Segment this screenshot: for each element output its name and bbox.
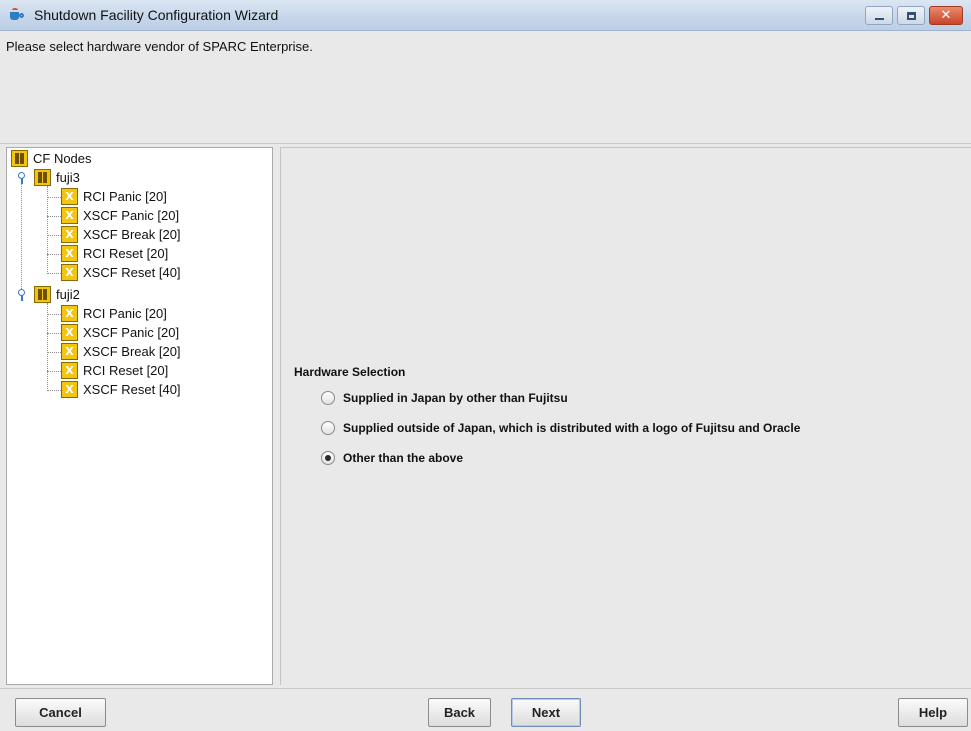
shutdown-method-icon: [61, 264, 78, 281]
tree-leaf-label: RCI Reset [20]: [83, 363, 169, 378]
minimize-button[interactable]: [865, 6, 893, 25]
shutdown-method-icon: [61, 362, 78, 379]
tree-leaf[interactable]: RCI Panic [20]: [61, 304, 167, 323]
close-button[interactable]: ✕: [929, 6, 963, 25]
back-button[interactable]: Back: [428, 698, 491, 727]
shutdown-method-icon: [61, 226, 78, 243]
tree-leaf-label: XSCF Panic [20]: [83, 208, 180, 223]
cancel-button[interactable]: Cancel: [15, 698, 106, 727]
tree-leaf-label: XSCF Reset [40]: [83, 265, 181, 280]
next-button[interactable]: Next: [511, 698, 581, 727]
tree-leaf-label: XSCF Break [20]: [83, 344, 181, 359]
node-icon: [34, 286, 51, 303]
instruction-text: Please select hardware vendor of SPARC E…: [6, 39, 313, 54]
radio-button[interactable]: [321, 391, 335, 405]
radio-option-japan-other[interactable]: Supplied in Japan by other than Fujitsu: [321, 391, 568, 405]
hardware-selection-title: Hardware Selection: [294, 365, 406, 379]
button-bar: Cancel Back Next Help: [0, 688, 971, 731]
maximize-button[interactable]: [897, 6, 925, 25]
tree-leaf[interactable]: XSCF Panic [20]: [61, 206, 179, 225]
minimize-icon: [874, 17, 884, 20]
radio-button[interactable]: [321, 451, 335, 465]
close-icon: ✕: [940, 8, 952, 23]
tree-leaf-label: XSCF Panic [20]: [83, 325, 180, 340]
radio-button[interactable]: [321, 421, 335, 435]
tree-root-label: CF Nodes: [33, 151, 92, 166]
tree-node-fuji2[interactable]: fuji2: [34, 285, 80, 304]
radio-label: Other than the above: [343, 451, 464, 465]
radio-label: Supplied in Japan by other than Fujitsu: [343, 391, 568, 405]
help-button[interactable]: Help: [898, 698, 968, 727]
content-panel: [280, 147, 971, 685]
shutdown-method-icon: [61, 245, 78, 262]
instruction-area: Please select hardware vendor of SPARC E…: [0, 31, 971, 144]
tree-leaf[interactable]: RCI Reset [20]: [61, 244, 168, 263]
expand-toggle-icon[interactable]: [17, 172, 27, 184]
shutdown-method-icon: [61, 305, 78, 322]
shutdown-method-icon: [61, 188, 78, 205]
tree-leaf-label: RCI Reset [20]: [83, 246, 169, 261]
radio-option-outside-japan[interactable]: Supplied outside of Japan, which is dist…: [321, 421, 800, 435]
window-title: Shutdown Facility Configuration Wizard: [34, 7, 279, 23]
tree-leaf-label: RCI Panic [20]: [83, 189, 167, 204]
tree-root[interactable]: CF Nodes: [11, 149, 92, 168]
cf-nodes-tree[interactable]: CF Nodes fuji3 RCI Panic [20] XSCF Panic…: [6, 147, 273, 685]
tree-leaf[interactable]: RCI Reset [20]: [61, 361, 168, 380]
maximize-icon: [906, 11, 916, 20]
title-bar: Shutdown Facility Configuration Wizard ✕: [0, 0, 971, 31]
tree-leaf[interactable]: XSCF Panic [20]: [61, 323, 179, 342]
tree-node-label: fuji2: [56, 287, 80, 302]
node-icon: [11, 150, 28, 167]
shutdown-method-icon: [61, 324, 78, 341]
shutdown-method-icon: [61, 207, 78, 224]
tree-node-label: fuji3: [56, 170, 80, 185]
tree-leaf[interactable]: XSCF Break [20]: [61, 342, 181, 361]
expand-toggle-icon[interactable]: [17, 289, 27, 301]
node-icon: [34, 169, 51, 186]
tree-leaf[interactable]: XSCF Break [20]: [61, 225, 181, 244]
shutdown-method-icon: [61, 343, 78, 360]
window-controls: ✕: [865, 6, 963, 25]
tree-leaf-label: XSCF Break [20]: [83, 227, 181, 242]
tree-leaf[interactable]: RCI Panic [20]: [61, 187, 167, 206]
tree-leaf[interactable]: XSCF Reset [40]: [61, 380, 181, 399]
radio-label: Supplied outside of Japan, which is dist…: [343, 421, 801, 435]
tree-node-fuji3[interactable]: fuji3: [34, 168, 80, 187]
radio-option-other[interactable]: Other than the above: [321, 451, 463, 465]
tree-leaf-label: RCI Panic [20]: [83, 306, 167, 321]
tree-leaf[interactable]: XSCF Reset [40]: [61, 263, 181, 282]
shutdown-method-icon: [61, 381, 78, 398]
java-cup-icon: [8, 8, 26, 22]
tree-leaf-label: XSCF Reset [40]: [83, 382, 181, 397]
